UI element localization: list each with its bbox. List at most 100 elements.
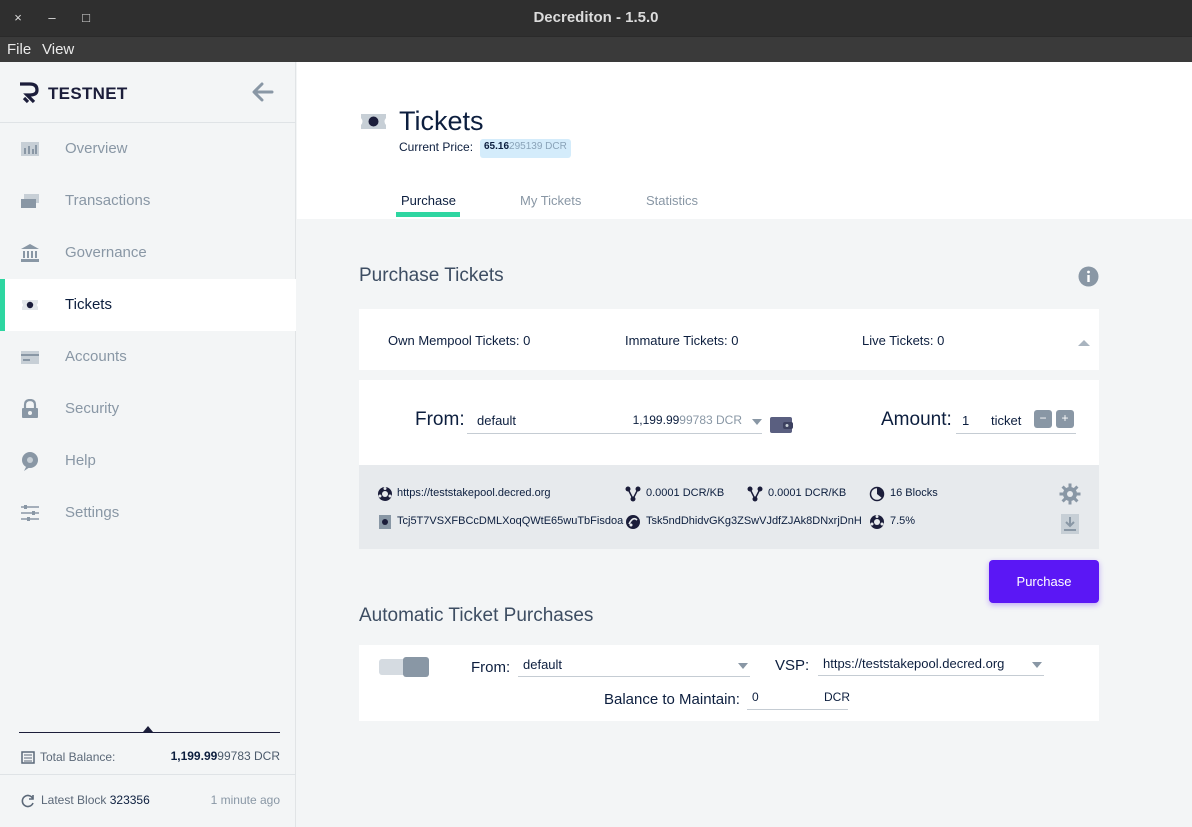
sidebar-item-label: Transactions bbox=[65, 192, 151, 209]
governance-icon bbox=[21, 244, 39, 262]
menu-bar: File View bbox=[0, 36, 1192, 62]
page-title: Tickets bbox=[399, 106, 484, 136]
sidebar-item-label: Overview bbox=[65, 140, 128, 157]
sidebar-item-label: Security bbox=[65, 400, 120, 417]
block-divider bbox=[0, 774, 296, 775]
purchase-button[interactable]: Purchase bbox=[989, 560, 1099, 603]
balance-to-maintain-value: 0 bbox=[752, 690, 759, 704]
sidebar-item-overview[interactable]: Overview bbox=[0, 123, 296, 175]
account-balance-rest: 99783 DCR bbox=[679, 413, 742, 427]
sidebar-item-tickets[interactable]: Tickets bbox=[0, 279, 296, 331]
network-label: TESTNET bbox=[48, 84, 128, 103]
sidebar-item-governance[interactable]: Governance bbox=[0, 227, 296, 279]
auto-buyer-toggle[interactable] bbox=[379, 657, 429, 677]
download-icon[interactable] bbox=[1060, 513, 1080, 535]
ticket-amount-input[interactable]: 1 ticket − + bbox=[956, 410, 1076, 434]
chevron-down-icon bbox=[752, 419, 762, 425]
vsp-pool-icon bbox=[378, 487, 392, 501]
active-tab-underline bbox=[396, 212, 460, 217]
balance-main-digits: 1,199.99 bbox=[170, 749, 218, 763]
vsp-select[interactable]: https://teststakepool.decred.org bbox=[818, 654, 1044, 676]
wallet-icon[interactable] bbox=[769, 415, 793, 434]
decrement-button[interactable]: − bbox=[1034, 410, 1052, 428]
tx-fee-icon bbox=[625, 486, 641, 502]
chevron-down-icon bbox=[738, 663, 748, 669]
help-icon bbox=[22, 452, 38, 471]
sidebar: TESTNET Overview Transactions Governance… bbox=[0, 62, 296, 827]
ticket-counts-card: Own Mempool Tickets: 0 Immature Tickets:… bbox=[359, 309, 1099, 370]
increment-button[interactable]: + bbox=[1056, 410, 1074, 428]
sidebar-item-label: Tickets bbox=[65, 296, 112, 313]
menu-view[interactable]: View bbox=[42, 41, 74, 58]
sidebar-item-label: Settings bbox=[65, 504, 120, 521]
lock-icon bbox=[22, 399, 38, 418]
auto-account-select[interactable]: default bbox=[518, 655, 750, 677]
total-balance-value: 1,199.9999783 DCR bbox=[171, 749, 280, 763]
sidebar-item-security[interactable]: Security bbox=[0, 383, 296, 435]
sidebar-item-label: Governance bbox=[65, 244, 147, 261]
fee-address-icon bbox=[626, 515, 640, 529]
ticket-fee: 0.0001 DCR/KB bbox=[768, 487, 847, 499]
refresh-icon bbox=[21, 794, 34, 808]
total-balance: Total Balance: 1,199.9999783 DCR bbox=[0, 742, 296, 772]
account-balance-main: 1,199.99 bbox=[632, 413, 680, 427]
account-select[interactable]: default 1,199.9999783 DCR bbox=[467, 410, 762, 434]
tab-statistics[interactable]: Statistics bbox=[646, 193, 698, 208]
info-icon[interactable] bbox=[1078, 266, 1099, 287]
auto-purchase-title: Automatic Ticket Purchases bbox=[359, 605, 594, 626]
pool-fee: 7.5% bbox=[890, 515, 916, 527]
current-price-label: Current Price: bbox=[399, 140, 474, 154]
immature-tickets: Immature Tickets: 0 bbox=[625, 333, 739, 348]
vsp-details-panel: https://teststakepool.decred.org 0.0001 … bbox=[359, 465, 1099, 549]
expiry-blocks: 16 Blocks bbox=[890, 487, 938, 499]
overview-icon bbox=[21, 142, 39, 156]
tab-purchase[interactable]: Purchase bbox=[401, 193, 456, 208]
transactions-icon bbox=[21, 194, 39, 208]
accounts-icon bbox=[21, 351, 39, 364]
page-header: Tickets Current Price: 65.16295139 DCR P… bbox=[297, 62, 1192, 219]
balance-to-maintain-label: Balance to Maintain: bbox=[604, 691, 740, 708]
vsp-label: VSP: bbox=[775, 657, 810, 674]
ticket-address-icon bbox=[379, 515, 391, 529]
balance-to-maintain-input[interactable]: 0 DCR bbox=[747, 688, 850, 710]
vsp-value: https://teststakepool.decred.org bbox=[823, 656, 1005, 671]
latest-block-time: 1 minute ago bbox=[210, 793, 280, 807]
gear-icon[interactable] bbox=[1059, 483, 1081, 505]
price-main-digits: 65.16 bbox=[484, 141, 510, 152]
sidebar-item-accounts[interactable]: Accounts bbox=[0, 331, 296, 383]
account-name: default bbox=[477, 413, 517, 428]
vsp-url: https://teststakepool.decred.org bbox=[397, 487, 551, 499]
chevron-down-icon bbox=[1032, 662, 1042, 668]
latest-block: Latest Block 323356 1 minute ago bbox=[0, 784, 296, 814]
sidebar-item-settings[interactable]: Settings bbox=[0, 487, 296, 539]
sidebar-item-help[interactable]: Help bbox=[0, 435, 296, 487]
auto-purchase-card: From: default VSP: https://teststakepool… bbox=[359, 645, 1099, 721]
balance-to-maintain-unit: DCR bbox=[824, 690, 850, 704]
live-tickets: Live Tickets: 0 bbox=[862, 333, 945, 348]
purchase-section-title: Purchase Tickets bbox=[359, 265, 504, 286]
latest-block-label: Latest Block 323356 bbox=[41, 793, 150, 807]
toggle-knob bbox=[403, 657, 429, 677]
collapse-caret-icon[interactable] bbox=[1078, 340, 1090, 346]
current-price-value: 65.16295139 DCR bbox=[480, 139, 571, 158]
account-balance: 1,199.9999783 DCR bbox=[633, 413, 742, 427]
amount-value: 1 bbox=[962, 413, 970, 428]
fee-address: Tsk5ndDhidvGKg3ZSwVJdfZJAk8DNxrjDnH bbox=[646, 515, 862, 527]
balance-divider bbox=[19, 732, 280, 733]
sidebar-item-label: Accounts bbox=[65, 348, 127, 365]
balance-icon bbox=[21, 751, 35, 764]
purchase-form-card: From: default 1,199.9999783 DCR Amount: … bbox=[359, 380, 1099, 465]
own-mempool-tickets: Own Mempool Tickets: 0 bbox=[388, 333, 531, 348]
sidebar-item-label: Help bbox=[65, 452, 96, 469]
amount-unit: ticket bbox=[991, 413, 1022, 428]
collapse-sidebar-arrow-icon[interactable] bbox=[250, 80, 276, 104]
sidebar-item-transactions[interactable]: Transactions bbox=[0, 175, 296, 227]
menu-file[interactable]: File bbox=[7, 41, 31, 58]
ticket-address: Tcj5T7VSXFBCcDMLXoqQWtE65wuTbFisdoa bbox=[397, 515, 624, 527]
tickets-header-icon bbox=[361, 114, 386, 129]
ticket-fee-icon bbox=[747, 486, 763, 502]
balance-divider-caret bbox=[143, 726, 153, 732]
latest-block-number: 323356 bbox=[109, 793, 150, 807]
tab-my-tickets[interactable]: My Tickets bbox=[520, 193, 581, 208]
pool-fee-icon bbox=[870, 515, 884, 529]
